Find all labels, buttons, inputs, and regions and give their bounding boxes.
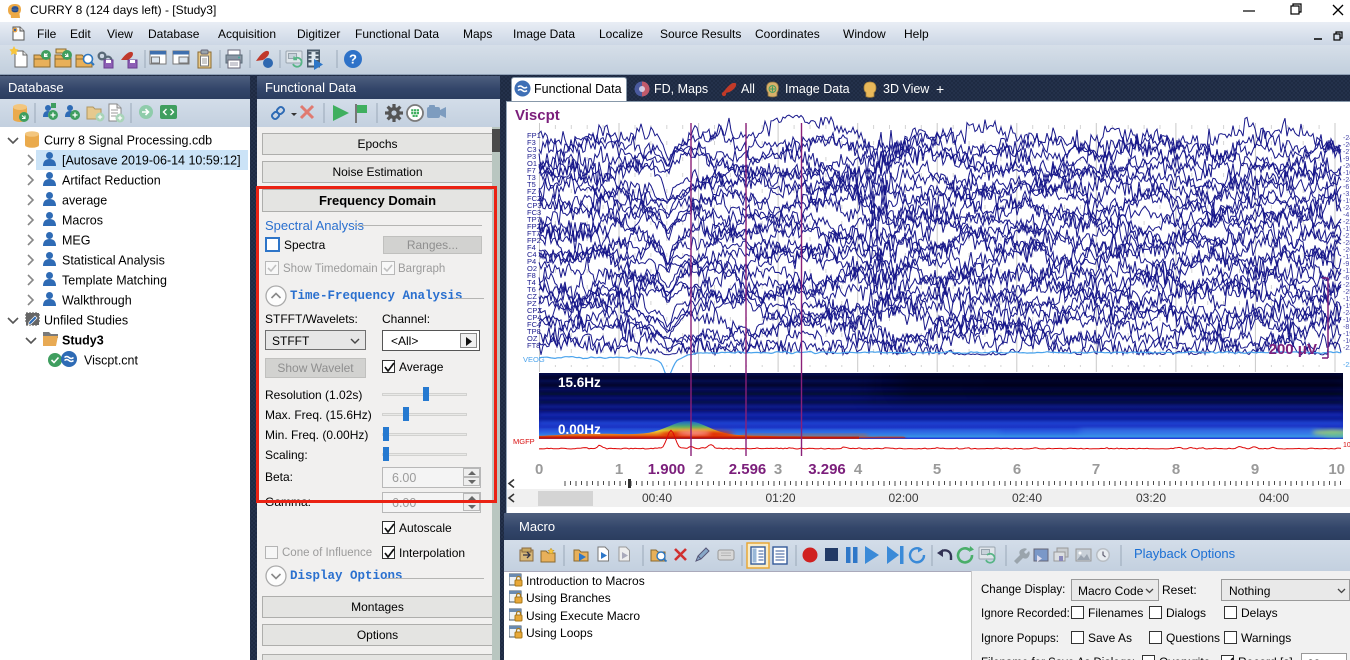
svg-text:-6: -6	[1343, 275, 1349, 282]
svg-text:-10: -10	[1343, 338, 1350, 345]
svg-text:MGFP: MGFP	[513, 437, 535, 446]
svg-text:?: ?	[349, 52, 357, 67]
svg-text:1: 1	[615, 461, 623, 478]
svg-text:2: 2	[695, 461, 703, 478]
svg-text:15.6Hz: 15.6Hz	[558, 375, 601, 390]
svg-text:-24: -24	[1343, 205, 1350, 212]
svg-text:-13: -13	[1343, 254, 1350, 261]
svg-text:Artifact Reduction: Artifact Reduction	[62, 174, 161, 188]
svg-text:-26: -26	[1343, 142, 1350, 149]
svg-text:00:40: 00:40	[642, 491, 672, 505]
svg-text:-8: -8	[1343, 324, 1349, 331]
svg-text:0: 0	[535, 461, 543, 478]
svg-text:9: 9	[1251, 461, 1259, 478]
svg-text:-23: -23	[1343, 282, 1350, 289]
svg-text:Macros: Macros	[62, 214, 103, 228]
svg-text:02:00: 02:00	[888, 491, 918, 505]
svg-text:-19: -19	[1343, 303, 1350, 310]
svg-text:3: 3	[774, 461, 782, 478]
svg-text:Curry 8 Signal Processing.cdb: Curry 8 Signal Processing.cdb	[44, 134, 212, 148]
svg-text:4: 4	[854, 461, 863, 478]
svg-text:average: average	[62, 194, 107, 208]
svg-text:-12: -12	[1343, 268, 1350, 275]
svg-text:[Autosave 2019-06-14 10:59:12]: [Autosave 2019-06-14 10:59:12]	[62, 154, 241, 168]
svg-text:-9: -9	[1343, 261, 1349, 268]
svg-text:Viscpt: Viscpt	[515, 107, 560, 124]
svg-text:7: 7	[1092, 461, 1100, 478]
svg-text:-19: -19	[1343, 198, 1350, 205]
svg-text:-6: -6	[1343, 184, 1349, 191]
svg-text:-22: -22	[1343, 345, 1350, 352]
svg-text:-26: -26	[1343, 247, 1350, 254]
svg-text:-21: -21	[1343, 233, 1350, 240]
svg-text:-15: -15	[1343, 226, 1350, 233]
svg-text:-19: -19	[1343, 331, 1350, 338]
svg-text:2.596: 2.596	[729, 461, 767, 478]
svg-text:-24: -24	[1343, 177, 1350, 184]
svg-text:-10: -10	[1343, 170, 1350, 177]
svg-text:-22: -22	[1343, 362, 1350, 369]
svg-text:Study3: Study3	[62, 334, 104, 348]
svg-text:03:20: 03:20	[1136, 491, 1166, 505]
svg-text:04:00: 04:00	[1259, 491, 1289, 505]
svg-text:-10: -10	[1343, 317, 1350, 324]
svg-text:6: 6	[1013, 461, 1021, 478]
svg-text:8: 8	[1172, 461, 1180, 478]
svg-text:-25: -25	[1343, 289, 1350, 296]
svg-text:MEG: MEG	[62, 234, 90, 248]
svg-text:-24: -24	[1343, 310, 1350, 317]
svg-text:-24: -24	[1343, 135, 1350, 142]
svg-text:-27: -27	[1343, 149, 1350, 156]
svg-text:FT8: FT8	[527, 341, 540, 350]
svg-text:1.900: 1.900	[648, 461, 686, 478]
svg-text:Unfiled Studies: Unfiled Studies	[44, 314, 128, 328]
svg-text:-28: -28	[1343, 240, 1350, 247]
svg-text:5: 5	[933, 461, 941, 478]
svg-text:-22: -22	[1343, 219, 1350, 226]
svg-text:3.296: 3.296	[808, 461, 846, 478]
svg-text:Viscpt.cnt: Viscpt.cnt	[84, 354, 138, 368]
svg-text:01:20: 01:20	[765, 491, 795, 505]
svg-text:200 μV: 200 μV	[1269, 341, 1317, 358]
svg-text:-31: -31	[1343, 191, 1350, 198]
svg-text:-9: -9	[1343, 156, 1349, 163]
svg-text:VEOG: VEOG	[523, 355, 545, 364]
svg-text:-19: -19	[1343, 296, 1350, 303]
svg-text:10: 10	[1328, 461, 1345, 478]
svg-text:Statistical Analysis: Statistical Analysis	[62, 254, 165, 268]
svg-text:-20: -20	[1343, 163, 1350, 170]
svg-text:10: 10	[1343, 442, 1350, 449]
svg-text:Walkthrough: Walkthrough	[62, 294, 132, 308]
svg-text:02:40: 02:40	[1012, 491, 1042, 505]
svg-text:Template Matching: Template Matching	[62, 274, 167, 288]
svg-text:-4: -4	[1343, 212, 1349, 219]
svg-text:0.00Hz: 0.00Hz	[558, 422, 601, 437]
